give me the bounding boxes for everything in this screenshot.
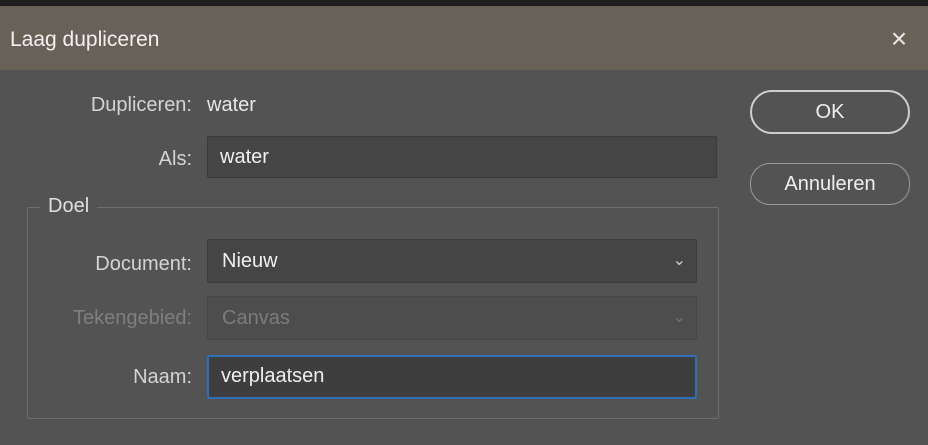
target-group-legend: Doel <box>40 195 98 218</box>
ok-button[interactable]: OK <box>750 90 910 134</box>
as-input-value: water <box>220 146 269 168</box>
dialog-title: Laag dupliceren <box>10 28 160 51</box>
close-icon[interactable]: × <box>884 24 914 54</box>
as-label: Als: <box>158 148 192 170</box>
name-input[interactable]: verplaatsen <box>207 355 697 399</box>
document-label: Document: <box>95 253 192 275</box>
dialog-content: Dupliceren: water Als: water Doel Docume… <box>0 70 928 445</box>
document-select-value: Nieuw <box>222 250 278 272</box>
duplicate-value: water <box>207 94 256 116</box>
as-input[interactable]: water <box>207 136 717 178</box>
artboard-select: Canvas ⌄ <box>207 296 697 340</box>
name-input-value: verplaatsen <box>221 365 325 387</box>
chevron-down-icon: ⌄ <box>672 309 686 326</box>
artboard-select-value: Canvas <box>222 307 290 329</box>
name-label: Naam: <box>133 366 192 388</box>
dialog-titlebar: Laag dupliceren × <box>0 6 928 70</box>
cancel-button[interactable]: Annuleren <box>750 163 910 205</box>
document-select[interactable]: Nieuw ⌄ <box>207 239 697 283</box>
chevron-down-icon: ⌄ <box>672 252 686 269</box>
duplicate-label: Dupliceren: <box>90 94 192 116</box>
artboard-label: Tekengebied: <box>73 307 192 329</box>
